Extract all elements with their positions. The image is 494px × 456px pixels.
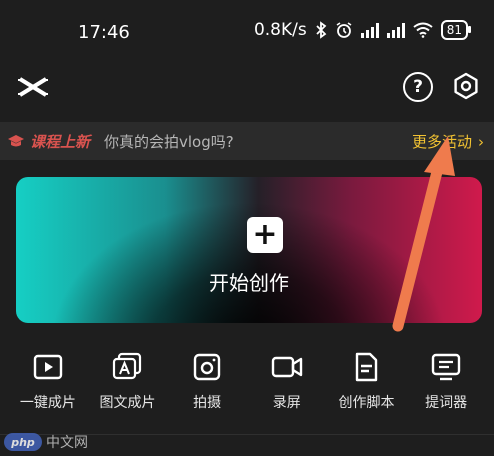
start-creating-label: 开始创作 (209, 271, 289, 295)
tool-label: 创作脚本 (338, 395, 395, 411)
alarm-icon (336, 22, 352, 38)
top-bar: ? (0, 64, 494, 108)
tool-label: 一键成片 (19, 395, 76, 411)
course-banner[interactable]: 课程上新 你真的会拍vlog吗? 更多活动 › (0, 122, 494, 160)
tool-label: 录屏 (272, 395, 301, 411)
document-icon (356, 352, 378, 382)
hd-signal-icon (386, 22, 405, 38)
tool-shoot[interactable]: 拍摄 (169, 350, 245, 414)
start-creating-card[interactable]: + 开始创作 (16, 177, 482, 323)
status-right-group: 0.8K/s 81 (253, 20, 472, 40)
hd-signal-icon (360, 22, 379, 38)
video-record-icon (271, 356, 302, 378)
banner-message: 你真的会拍vlog吗? (104, 132, 234, 151)
play-box-icon (33, 354, 63, 380)
status-bar: 17:46 0.8K/s 81 (0, 0, 494, 62)
bluetooth-icon (316, 21, 327, 39)
banner-tag: 课程上新 (30, 132, 91, 151)
wifi-icon (413, 22, 433, 38)
watermark-badge: php (4, 433, 42, 451)
graduation-cap-icon (8, 135, 24, 147)
tool-label: 图文成片 (99, 395, 156, 411)
tool-screen-record[interactable]: 录屏 (249, 350, 325, 414)
plus-glyph: + (252, 217, 278, 252)
stacked-a-icon (113, 352, 142, 380)
tool-label: 提词器 (425, 395, 468, 411)
plus-icon: + (247, 217, 283, 253)
help-glyph: ? (413, 77, 423, 97)
tool-label: 拍摄 (193, 395, 222, 411)
more-activities-label: 更多活动 (411, 132, 472, 151)
tool-creative-script[interactable]: 创作脚本 (328, 350, 404, 414)
tool-teleprompter[interactable]: 提词器 (408, 350, 484, 414)
battery-level: 81 (446, 23, 462, 37)
battery-icon: 81 (440, 20, 472, 40)
settings-icon[interactable] (450, 70, 482, 102)
watermark-text: 中文网 (46, 435, 88, 451)
more-activities-link[interactable]: 更多活动 › (412, 131, 484, 152)
network-speed: 0.8K/s (253, 20, 307, 40)
tools-row: 一键成片 图文成片 拍摄 录屏 创作脚本 提词器 (0, 350, 494, 414)
watermark: php 中文网 (4, 432, 88, 452)
tool-one-click-video[interactable]: 一键成片 (10, 350, 86, 414)
status-time: 17:46 (78, 22, 130, 43)
teleprompter-icon (431, 353, 461, 381)
camera-icon (193, 353, 221, 381)
chevron-right-icon: › (478, 132, 484, 151)
capcut-logo[interactable] (16, 70, 50, 104)
help-icon[interactable]: ? (403, 72, 433, 102)
tool-text-to-video[interactable]: 图文成片 (89, 350, 165, 414)
